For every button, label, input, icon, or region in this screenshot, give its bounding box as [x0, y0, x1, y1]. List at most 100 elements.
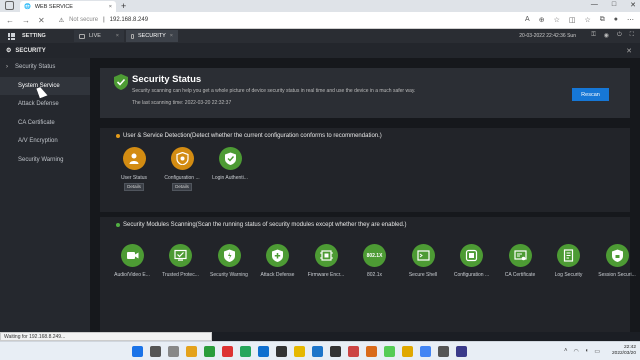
config-icon: [460, 244, 483, 267]
security-item-label: Trusted Protec...: [162, 272, 199, 278]
taskbar: ˄ ◠ ◖ ▭ 22:42 2022/03/20: [0, 341, 640, 360]
security-item[interactable]: Trusted Protec...: [161, 244, 201, 278]
terminal-icon[interactable]: [276, 346, 287, 357]
setting-label[interactable]: SETTING: [22, 33, 46, 39]
translate-icon[interactable]: A: [525, 16, 530, 24]
security-item[interactable]: 802.1X 802.1x: [355, 244, 395, 278]
app-icon[interactable]: [456, 346, 467, 357]
browser-tabstrip: 🌐 WEB SERVICE × + — □ ✕: [0, 0, 640, 12]
main-content: Security Status Security scanning can he…: [90, 58, 640, 332]
app-icon[interactable]: [438, 346, 449, 357]
details-button[interactable]: Details: [124, 183, 144, 191]
profile-icon[interactable]: ●: [614, 16, 618, 24]
close-tab-icon[interactable]: ×: [109, 4, 112, 10]
sidebar-item-label: A/V Encryption: [18, 138, 58, 145]
sidebar-item-av-encryption[interactable]: A/V Encryption: [0, 132, 90, 151]
app-icon[interactable]: [366, 346, 377, 357]
account-icon[interactable]: ◉: [604, 32, 609, 39]
sidebar-item-ca-certificate[interactable]: CA Certificate: [0, 114, 90, 133]
status-card: Security Status Security scanning can he…: [100, 68, 630, 118]
security-item[interactable]: Attack Defense: [258, 244, 298, 278]
close-window-button[interactable]: ✕: [630, 1, 636, 9]
session-shield-icon: [605, 244, 629, 267]
tab-menu-icon[interactable]: [5, 1, 14, 10]
security-item-label: Session Securi...: [598, 272, 636, 278]
tab-security-label: SECURITY: [137, 33, 166, 39]
word-icon[interactable]: [312, 346, 323, 357]
last-scan-time: The last scanning time: 2022-03-20 22:32…: [132, 100, 232, 106]
warning-icon: ⚠: [58, 17, 65, 24]
sidebar-item-security-status[interactable]: › Security Status: [0, 58, 90, 77]
power-icon[interactable]: ⏻: [617, 32, 622, 39]
app-icon[interactable]: [384, 346, 395, 357]
collections-icon[interactable]: ⧉: [600, 16, 605, 24]
sidebar-item-attack-defense[interactable]: Attack Defense: [0, 95, 90, 114]
lock-icon[interactable]: ⚿: [591, 32, 596, 39]
icon-text: 802.1X: [366, 252, 383, 259]
bookmark-star-icon[interactable]: ☆: [554, 16, 560, 24]
fullscreen-icon[interactable]: ⛶: [630, 32, 634, 39]
security-item[interactable]: Audio/Video E...: [112, 244, 152, 278]
tab-security[interactable]: SECURITY ×: [126, 30, 178, 42]
search-icon[interactable]: [150, 346, 161, 357]
chat-icon[interactable]: [204, 346, 215, 357]
security-item[interactable]: Configuration ... Details: [162, 147, 202, 191]
rescan-button[interactable]: Rescan: [572, 88, 609, 101]
security-item-label: Audio/Video E...: [114, 272, 150, 278]
more-icon[interactable]: ⋯: [627, 16, 634, 24]
security-item[interactable]: Firmware Encr...: [306, 244, 346, 278]
close-icon[interactable]: ×: [170, 33, 173, 39]
panel-heading-text: User & Service Detection(Detect whether …: [123, 133, 382, 139]
address-bar[interactable]: ⚠ Not secure | 192.168.8.249: [59, 17, 148, 24]
security-item-label: Secure Shell: [408, 272, 438, 278]
page-title: SECURITY: [15, 47, 46, 54]
start-icon[interactable]: [132, 346, 143, 357]
taskbar-apps: [132, 346, 467, 357]
edge-icon[interactable]: [258, 346, 269, 357]
panel-heading-text: Security Modules Scanning(Scan the runni…: [123, 222, 407, 228]
check-shield-icon: [218, 147, 242, 170]
window-controls: — □ ✕: [591, 1, 636, 9]
app-icon[interactable]: [402, 346, 413, 357]
sidebar-item-security-warning[interactable]: Security Warning: [0, 151, 90, 170]
wifi-icon[interactable]: ◠: [573, 348, 578, 355]
security-item[interactable]: Secure Shell: [403, 244, 443, 278]
security-item[interactable]: Session Securi...: [597, 244, 637, 278]
clock[interactable]: 22:42 2022/03/20: [612, 345, 636, 357]
security-item[interactable]: User Status Details: [114, 147, 154, 191]
video-icon: [120, 244, 144, 267]
app-icon[interactable]: [348, 346, 359, 357]
reload-icon[interactable]: ✕: [38, 16, 45, 25]
volume-icon[interactable]: ◖: [585, 348, 589, 355]
forward-icon[interactable]: →: [22, 16, 30, 25]
chevron-up-icon[interactable]: ˄: [564, 348, 568, 355]
app-icon[interactable]: [222, 346, 233, 357]
battery-icon[interactable]: ▭: [594, 348, 600, 355]
tab-live[interactable]: LIVE ×: [74, 30, 124, 42]
close-icon[interactable]: ×: [116, 33, 119, 39]
browser-tab[interactable]: 🌐 WEB SERVICE ×: [20, 1, 116, 12]
maximize-button[interactable]: □: [612, 1, 616, 9]
task-view-icon[interactable]: [168, 346, 179, 357]
app-icon[interactable]: [330, 346, 341, 357]
zoom-icon[interactable]: ⊕: [539, 16, 545, 24]
explorer-icon[interactable]: [186, 346, 197, 357]
new-tab-button[interactable]: +: [121, 1, 126, 11]
security-item[interactable]: Configuration ...: [452, 244, 492, 278]
security-item[interactable]: Log Security: [549, 244, 589, 278]
security-item[interactable]: Login Authenti...: [210, 147, 250, 181]
favorites-icon[interactable]: ☆: [584, 16, 590, 24]
split-icon[interactable]: ◫: [569, 16, 576, 24]
security-item[interactable]: Security Warning: [209, 244, 249, 278]
close-page-icon[interactable]: ✕: [626, 47, 632, 55]
minimize-button[interactable]: —: [591, 1, 598, 9]
back-icon[interactable]: ←: [6, 16, 14, 25]
app-grid-icon[interactable]: [8, 32, 15, 40]
whatsapp-icon[interactable]: [240, 346, 251, 357]
details-button[interactable]: Details: [172, 183, 192, 191]
url-text[interactable]: 192.168.8.249: [110, 17, 148, 23]
chevron-right-icon: ›: [6, 64, 8, 71]
folder-icon[interactable]: [294, 346, 305, 357]
security-item[interactable]: CA Certificate: [500, 244, 540, 278]
chrome-icon[interactable]: [420, 346, 431, 357]
